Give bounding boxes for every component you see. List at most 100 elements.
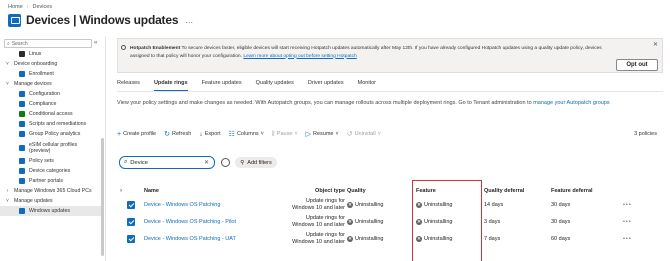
row-more-icon[interactable]: ••• bbox=[623, 230, 632, 247]
create-profile-label: Create profile bbox=[123, 131, 157, 137]
sidebar-item-label: Device categories bbox=[29, 168, 71, 174]
sidebar-item[interactable]: Policy sets bbox=[0, 156, 104, 166]
chevron-down-icon: ˅ bbox=[294, 131, 298, 137]
create-profile-button[interactable]: + Create profile bbox=[117, 131, 156, 138]
quality-status-label: Uninstalling bbox=[355, 201, 384, 208]
refresh-button[interactable]: ↻ Refresh bbox=[164, 130, 191, 138]
sidebar-item[interactable]: › Manage Windows 365 Cloud PCs bbox=[0, 186, 104, 196]
tab-list: Releases Update rings Feature updates Quali… bbox=[117, 80, 376, 91]
chevron-icon: ˅ bbox=[6, 81, 9, 87]
tab-monitor[interactable]: Monitor bbox=[358, 80, 376, 91]
table-row[interactable]: Device - Windows OS Patching - UAT Update… bbox=[117, 230, 663, 247]
policy-name-link[interactable]: Device - Windows OS Patching bbox=[144, 196, 220, 213]
sidebar-item[interactable]: Group Policy analytics bbox=[0, 129, 104, 139]
autopatch-groups-link[interactable]: manage your Autopatch groups bbox=[533, 100, 609, 106]
add-filters-label: Add filters bbox=[247, 159, 272, 166]
resume-button[interactable]: ▷ Resume ˅ bbox=[306, 130, 339, 138]
sidebar-item[interactable]: Partner portals bbox=[0, 176, 104, 186]
uninstall-button[interactable]: ↺ Uninstall ˅ bbox=[347, 130, 381, 138]
object-type: Update rings for Windows 10 and later bbox=[292, 198, 345, 211]
sidebar-scrollbar[interactable] bbox=[101, 138, 104, 256]
status-x-icon: ✕ bbox=[347, 235, 353, 242]
table-row[interactable]: Device - Windows OS Patching Update rings… bbox=[117, 196, 663, 213]
tab-quality-updates[interactable]: Quality updates bbox=[256, 80, 294, 91]
page-description: View your policy settings and make chang… bbox=[117, 100, 610, 106]
nav-item-icon bbox=[19, 101, 25, 107]
table-body: Device - Windows OS Patching Update rings… bbox=[117, 196, 663, 247]
status-x-icon: ✕ bbox=[347, 201, 353, 208]
filter-icon[interactable] bbox=[221, 158, 230, 167]
close-icon[interactable]: ✕ bbox=[653, 41, 658, 48]
checkbox-checked-icon bbox=[127, 234, 135, 243]
resume-icon: ▷ bbox=[305, 131, 311, 138]
clear-icon[interactable]: ✕ bbox=[204, 159, 209, 166]
policy-name-link[interactable]: Device - Windows OS Patching - UAT bbox=[144, 230, 236, 247]
sidebar-item-label: Partner portals bbox=[29, 178, 64, 184]
policy-name-link[interactable]: Device - Windows OS Patching - Pilot bbox=[144, 213, 236, 230]
sidebar-item-label: Manage devices bbox=[14, 81, 52, 87]
feature-deferral: 60 days bbox=[551, 235, 571, 242]
devices-icon bbox=[8, 13, 21, 27]
sidebar-item[interactable]: Enrollment bbox=[0, 69, 104, 79]
tab-feature-updates[interactable]: Feature updates bbox=[202, 80, 242, 91]
sidebar-item-label: Manage updates bbox=[14, 198, 53, 204]
banner-text: Hotpatch Enablement To secure devices fa… bbox=[130, 45, 610, 60]
chevron-down-icon: ˅ bbox=[335, 131, 339, 137]
sidebar-item[interactable]: Scripts and remediations bbox=[0, 119, 104, 129]
banner-title: Hotpatch Enablement bbox=[130, 46, 181, 51]
uninstall-label: Uninstall bbox=[354, 131, 376, 137]
nav-item-icon bbox=[19, 131, 25, 137]
nav-item-icon bbox=[19, 121, 25, 127]
opt-out-button[interactable]: Opt out bbox=[616, 59, 658, 71]
chevron-icon: ˅ bbox=[6, 61, 9, 67]
row-more-icon[interactable]: ••• bbox=[623, 213, 632, 230]
sidebar-item[interactable]: Windows updates bbox=[0, 206, 104, 216]
resume-label: Resume bbox=[313, 131, 334, 137]
header-quality-deferral[interactable]: Quality deferral bbox=[484, 186, 524, 196]
banner-learn-more-link[interactable]: Learn more about opting out before setti… bbox=[243, 54, 356, 59]
sidebar-item[interactable]: ˅ Manage updates bbox=[0, 196, 104, 206]
search-placeholder: Search bbox=[11, 40, 28, 47]
pause-label: Pause bbox=[276, 131, 293, 137]
sidebar-item[interactable]: Configuration bbox=[0, 89, 104, 99]
row-checkbox[interactable] bbox=[127, 196, 135, 213]
tab-releases[interactable]: Releases bbox=[117, 80, 140, 91]
header-quality[interactable]: Quality bbox=[347, 186, 366, 196]
quality-status: ✕ Uninstalling bbox=[347, 196, 383, 213]
add-filters-button[interactable]: ⚲ Add filters bbox=[235, 157, 277, 168]
header-name[interactable]: Name bbox=[144, 186, 159, 196]
status-x-icon: ✕ bbox=[347, 218, 353, 225]
tab-update-rings[interactable]: Update rings bbox=[153, 80, 188, 91]
header-object-type[interactable]: Object type bbox=[283, 186, 345, 196]
sidebar-item[interactable]: ˅ Manage devices bbox=[0, 79, 104, 89]
breadcrumb-devices[interactable]: Devices bbox=[33, 4, 53, 10]
more-options-button[interactable]: … bbox=[185, 16, 193, 25]
collapse-sidebar-icon[interactable]: « bbox=[94, 40, 97, 46]
sidebar-item[interactable]: Compliance bbox=[0, 99, 104, 109]
export-button[interactable]: ↓ Export bbox=[199, 131, 220, 138]
columns-button[interactable]: ☷ Columns ˅ bbox=[229, 130, 264, 138]
pause-button[interactable]: ‖ Pause ˅ bbox=[272, 131, 298, 138]
sidebar-item[interactable]: Conditional access bbox=[0, 109, 104, 119]
filter-search-input[interactable]: ⌕ Device ✕ bbox=[119, 156, 215, 169]
sidebar-item-label: Group Policy analytics bbox=[29, 131, 81, 137]
sidebar-item[interactable]: Linux bbox=[0, 49, 104, 59]
sidebar-item[interactable]: ˅ Device onboarding bbox=[0, 59, 104, 69]
row-checkbox[interactable] bbox=[127, 230, 135, 247]
quality-status-label: Uninstalling bbox=[355, 235, 384, 242]
sidebar-item[interactable]: eSIM cellular profiles (preview) bbox=[0, 139, 104, 156]
row-more-icon[interactable]: ••• bbox=[623, 196, 632, 213]
table-row[interactable]: Device - Windows OS Patching - Pilot Upda… bbox=[117, 213, 663, 230]
header-feature-deferral[interactable]: Feature deferral bbox=[551, 186, 593, 196]
tab-driver-updates[interactable]: Driver updates bbox=[308, 80, 344, 91]
checkbox-checked-icon bbox=[127, 200, 135, 209]
sidebar-item-label: Compliance bbox=[29, 101, 57, 107]
expand-all-icon[interactable]: › bbox=[120, 186, 122, 196]
sidebar-item-label: Manage Windows 365 Cloud PCs bbox=[14, 188, 92, 194]
row-checkbox[interactable] bbox=[127, 213, 135, 230]
sidebar-search-input[interactable]: ⌕ Search bbox=[4, 39, 92, 48]
chevron-icon: › bbox=[6, 188, 9, 194]
sidebar-item[interactable]: Device categories bbox=[0, 166, 104, 176]
breadcrumb-home[interactable]: Home bbox=[8, 4, 23, 10]
sidebar-item-label: Device onboarding bbox=[14, 61, 58, 67]
